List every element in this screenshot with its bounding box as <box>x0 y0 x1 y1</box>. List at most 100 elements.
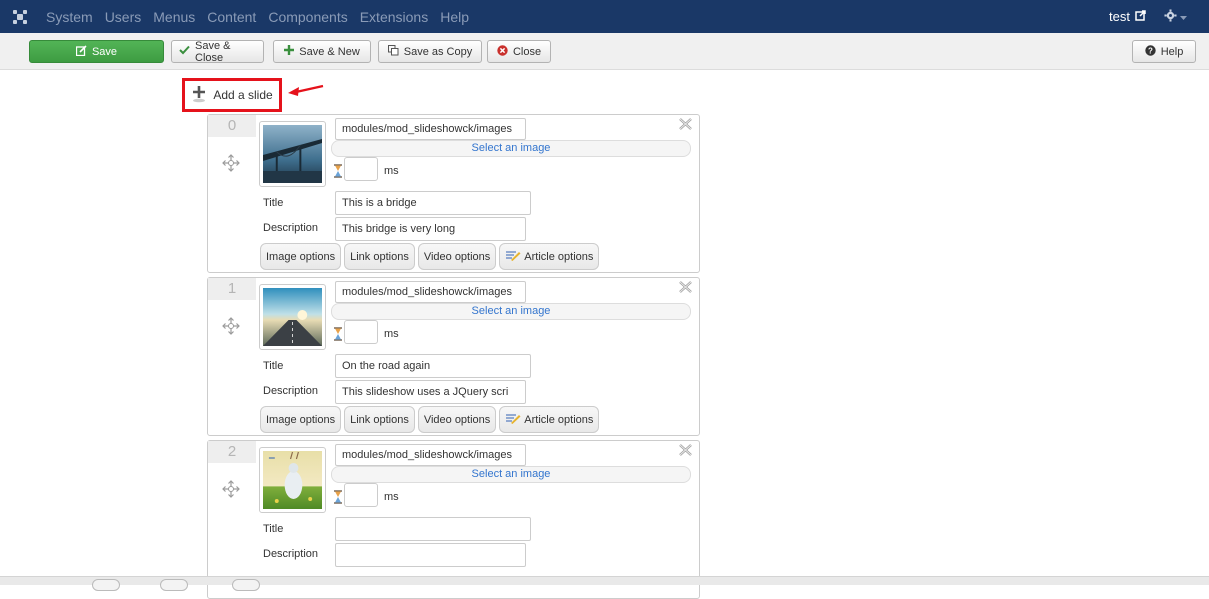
cancel-circle-icon <box>497 44 508 59</box>
add-slide-label: Add a slide <box>213 88 273 102</box>
menu-components[interactable]: Components <box>262 9 353 25</box>
link-options-button[interactable]: Link options <box>344 406 415 433</box>
menu-users[interactable]: Users <box>99 9 148 25</box>
save-close-button[interactable]: Save & Close <box>171 39 264 64</box>
hourglass-icon <box>333 327 343 344</box>
caret-down-icon <box>1180 10 1187 24</box>
edit-icon <box>75 44 87 59</box>
slide-thumbnail[interactable] <box>259 284 326 350</box>
article-icon <box>505 250 521 264</box>
duration-input[interactable] <box>344 157 378 181</box>
red-arrow-annotation <box>288 84 324 96</box>
ms-label: ms <box>384 328 399 340</box>
top-navbar: System Users Menus Content Components Ex… <box>0 0 1209 33</box>
save-new-label: Save & New <box>299 45 360 58</box>
select-image-button[interactable]: Select an image <box>331 466 691 483</box>
move-icon[interactable] <box>221 153 241 176</box>
delete-slide-icon[interactable] <box>677 443 694 460</box>
image-path-input[interactable]: modules/mod_slideshowck/images <box>335 444 526 466</box>
title-input[interactable] <box>335 517 531 541</box>
article-options-label: Article options <box>524 413 594 426</box>
save-button-label: Save <box>91 45 118 58</box>
close-label: Close <box>512 45 542 58</box>
cartoon-image <box>263 451 322 509</box>
slide-thumbnail[interactable] <box>259 121 326 187</box>
bottom-button[interactable] <box>160 579 188 591</box>
menu-help[interactable]: Help <box>434 9 475 25</box>
video-options-button[interactable]: Video options <box>417 243 497 270</box>
close-button[interactable]: Close <box>487 40 551 63</box>
delete-slide-icon[interactable] <box>677 117 694 134</box>
plus-icon <box>284 45 295 58</box>
check-icon <box>179 45 190 58</box>
slide-options: Image options Link options Video options… <box>260 406 600 433</box>
save-close-label: Save & Close <box>195 39 231 64</box>
save-copy-button[interactable]: Save as Copy <box>378 40 482 63</box>
image-options-button[interactable]: Image options <box>260 406 342 433</box>
title-label: Title <box>263 523 284 535</box>
road-image <box>263 288 322 346</box>
hourglass-icon <box>333 164 343 181</box>
slide-number: 2 <box>208 441 256 463</box>
joomla-logo-icon[interactable] <box>0 0 40 33</box>
move-icon[interactable] <box>221 316 241 339</box>
delete-slide-icon[interactable] <box>677 280 694 297</box>
help-label: Help <box>1160 45 1184 58</box>
save-button[interactable]: Save <box>29 40 164 63</box>
select-image-button[interactable]: Select an image <box>331 303 691 320</box>
settings-dropdown[interactable] <box>1164 8 1187 25</box>
description-label: Description <box>263 385 319 397</box>
external-link-icon <box>1135 9 1146 24</box>
save-copy-label: Save as Copy <box>403 45 473 58</box>
main-menu: System Users Menus Content Components Ex… <box>40 9 475 25</box>
video-options-button[interactable]: Video options <box>417 406 497 433</box>
user-name: test <box>1109 9 1130 24</box>
link-options-button[interactable]: Link options <box>344 243 415 270</box>
menu-content[interactable]: Content <box>201 9 262 25</box>
description-label: Description <box>263 548 319 560</box>
image-options-button[interactable]: Image options <box>260 243 342 270</box>
ms-label: ms <box>384 491 399 503</box>
duration-input[interactable] <box>344 320 378 344</box>
image-path-input[interactable]: modules/mod_slideshowck/images <box>335 281 526 303</box>
slide-item: 1 modules/mod_slideshowck/images Select … <box>207 277 700 436</box>
slide-options: Image options Link options Video options… <box>260 243 600 270</box>
menu-extensions[interactable]: Extensions <box>354 9 434 25</box>
article-icon <box>505 413 521 427</box>
slide-number: 1 <box>208 278 256 300</box>
bottom-button[interactable] <box>232 579 260 591</box>
description-input[interactable]: This slideshow uses a JQuery scri <box>335 380 526 404</box>
ms-label: ms <box>384 165 399 177</box>
bottom-button[interactable] <box>92 579 120 591</box>
add-icon <box>191 85 207 106</box>
title-label: Title <box>263 360 284 372</box>
article-options-label: Article options <box>524 250 594 263</box>
slide-thumbnail[interactable] <box>259 447 326 513</box>
description-input[interactable]: This bridge is very long <box>335 217 526 241</box>
save-new-button[interactable]: Save & New <box>273 40 371 63</box>
gear-icon <box>1164 8 1177 25</box>
image-path-input[interactable]: modules/mod_slideshowck/images <box>335 118 526 140</box>
description-input[interactable] <box>335 543 526 567</box>
title-input[interactable]: This is a bridge <box>335 191 531 215</box>
navbar-right: test <box>1109 8 1209 25</box>
slide-item: 0 modules/mod_slideshowck/images Select … <box>207 114 700 273</box>
add-slide-button[interactable]: Add a slide <box>182 78 282 112</box>
svg-text:?: ? <box>1148 46 1153 55</box>
menu-menus[interactable]: Menus <box>147 9 201 25</box>
help-button[interactable]: ? Help <box>1132 40 1196 63</box>
description-label: Description <box>263 222 319 234</box>
user-link[interactable]: test <box>1109 9 1146 24</box>
bridge-image <box>263 125 322 183</box>
hourglass-icon <box>333 490 343 507</box>
copy-icon <box>387 44 399 59</box>
select-image-button[interactable]: Select an image <box>331 140 691 157</box>
duration-input[interactable] <box>344 483 378 507</box>
menu-system[interactable]: System <box>40 9 99 25</box>
toolbar: Save Save & Close Save & New Save as Cop… <box>0 33 1209 70</box>
title-input[interactable]: On the road again <box>335 354 531 378</box>
title-label: Title <box>263 197 284 209</box>
article-options-button[interactable]: Article options <box>499 243 600 270</box>
article-options-button[interactable]: Article options <box>499 406 600 433</box>
move-icon[interactable] <box>221 479 241 502</box>
